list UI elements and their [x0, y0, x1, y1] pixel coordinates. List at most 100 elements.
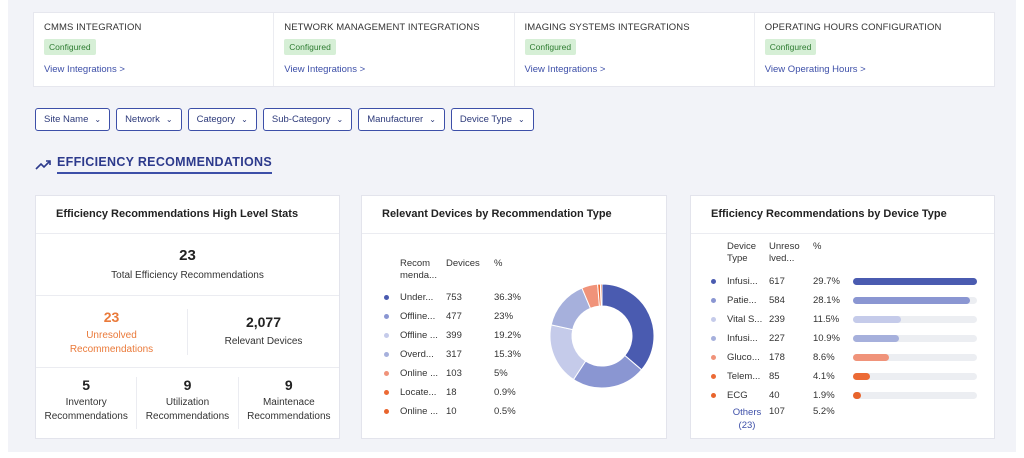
bar-fill — [853, 373, 870, 380]
bar-track — [853, 278, 977, 285]
filter-manufacturer[interactable]: Manufacturer ⌄ — [358, 108, 445, 131]
chevron-down-icon: ⌄ — [165, 115, 173, 124]
stat-label: Utilization Recommendations — [145, 397, 230, 422]
stat-value: 2,077 — [245, 314, 282, 330]
column-header-devices: Devices — [446, 258, 480, 269]
integration-imaging: IMAGING SYSTEMS INTEGRATIONS Configured … — [515, 13, 755, 86]
donut-slice[interactable] — [601, 283, 655, 371]
filter-label: Site Name — [44, 114, 89, 125]
stat-label: Inventory Recommendations — [44, 397, 128, 422]
status-badge: Configured — [284, 39, 336, 55]
recommendation-pct: 19.2% — [494, 330, 521, 341]
column-header-pct: % — [494, 258, 503, 269]
device-type-count: 85 — [769, 371, 780, 382]
chevron-down-icon: ⌄ — [518, 115, 525, 124]
legend-dot — [384, 314, 389, 319]
legend-dot — [384, 409, 389, 414]
filter-network[interactable]: Network ⌄ — [116, 108, 182, 131]
device-type-pct: 4.1% — [813, 371, 835, 382]
legend-dot — [711, 298, 716, 303]
device-type-label: Infusi... — [727, 333, 758, 344]
view-integrations-link[interactable]: View Integrations > — [284, 64, 365, 75]
relevant-devices-stat: 2,077 Relevant Devices — [188, 314, 339, 349]
high-level-stats-card: Efficiency Recommendations High Level St… — [35, 195, 340, 439]
section-header: EFFICIENCY RECOMMENDATIONS — [35, 155, 272, 174]
filter-label: Sub-Category — [271, 114, 331, 125]
device-type-pct: 10.9% — [813, 333, 840, 344]
legend-dot — [384, 333, 389, 338]
bar-fill — [853, 392, 861, 399]
view-operating-hours-link[interactable]: View Operating Hours > — [765, 64, 866, 75]
card-title: Efficiency Recommendations by Device Typ… — [691, 196, 994, 234]
status-badge: Configured — [764, 39, 817, 55]
recommendation-label: Offline ... — [400, 330, 438, 341]
device-type-label: ECG — [727, 390, 748, 401]
donut-slice[interactable] — [599, 283, 603, 307]
unresolved-recommendations-stat[interactable]: 23 Unresolved Recommendations — [36, 308, 188, 355]
inventory-recommendations-stat: 5 Inventory Recommendations — [36, 377, 138, 429]
stat-value: 9 — [284, 377, 293, 393]
bar-track — [853, 335, 977, 342]
recommendation-pct: 0.5% — [494, 406, 516, 417]
legend-dot — [711, 279, 716, 284]
device-type-count: 584 — [769, 295, 785, 306]
integration-title: NETWORK MANAGEMENT INTEGRATIONS — [284, 22, 480, 33]
device-type-label: Vital S... — [727, 314, 763, 325]
recommendation-devices: 18 — [446, 387, 457, 398]
device-type-count: 227 — [769, 333, 785, 344]
device-type-pct: 11.5% — [813, 314, 840, 325]
stat-row: 23 Unresolved Recommendations 2,077 Relev… — [36, 296, 339, 368]
filter-bar: Site Name ⌄ Network ⌄ Category ⌄ Sub-Catego… — [35, 108, 534, 131]
recommendation-label: Online ... — [400, 368, 439, 379]
legend-dot — [711, 393, 716, 398]
recommendation-devices: 103 — [446, 368, 462, 379]
column-header-pct: % — [813, 241, 822, 252]
device-type-count: 617 — [769, 276, 785, 287]
column-header-device-type: Device Type — [727, 241, 757, 264]
utilization-recommendations-stat: 9 Utilization Recommendations — [137, 377, 239, 429]
device-type-count: 239 — [769, 314, 785, 325]
integration-title: CMMS INTEGRATION — [44, 22, 142, 33]
stat-value: 9 — [183, 377, 192, 393]
column-header-unresolved: Unreso lved... — [769, 241, 800, 264]
recommendation-devices: 399 — [446, 330, 462, 341]
legend-dot — [711, 336, 716, 341]
legend-dot — [711, 355, 716, 360]
recommendation-devices: 753 — [446, 292, 462, 303]
device-type-pct: 1.9% — [813, 390, 835, 401]
chevron-down-icon: ⌄ — [241, 115, 248, 124]
recommendation-label: Offline... — [400, 311, 436, 322]
card-title: Relevant Devices by Recommendation Type — [362, 196, 666, 234]
filter-device-type[interactable]: Device Type ⌄ — [450, 108, 534, 131]
stat-label: Unresolved Recommendations — [69, 329, 154, 355]
device-type-pct: 8.6% — [813, 352, 835, 363]
stat-value: 23 — [179, 247, 196, 264]
chevron-down-icon: ⌄ — [336, 115, 344, 124]
view-integrations-link[interactable]: View Integrations > — [44, 64, 125, 75]
filter-label: Network — [125, 114, 160, 125]
view-integrations-link[interactable]: View Integrations > — [525, 64, 606, 75]
section-title: EFFICIENCY RECOMMENDATIONS — [57, 155, 272, 174]
legend-dot — [384, 371, 389, 376]
column-header-type: Recom menda... — [400, 258, 437, 281]
recommendation-label: Under... — [400, 292, 434, 303]
recommendation-pct: 5% — [494, 368, 508, 379]
filter-sub-category[interactable]: Sub-Category ⌄ — [262, 108, 353, 131]
others-link[interactable]: Others (23) — [727, 406, 767, 432]
recommendation-donut-chart — [549, 283, 655, 389]
recommendation-pct: 36.3% — [494, 292, 521, 303]
others-count: 107 — [769, 406, 785, 417]
device-type-count: 40 — [769, 390, 780, 401]
filter-category[interactable]: Category ⌄ — [187, 108, 257, 131]
card-title: Efficiency Recommendations High Level St… — [36, 196, 339, 234]
legend-dot — [711, 317, 716, 322]
legend-dot — [384, 352, 389, 357]
integration-operating-hours: OPERATING HOURS CONFIGURATION Configured… — [755, 13, 994, 86]
bar-track — [853, 297, 977, 304]
others-pct: 5.2% — [813, 406, 835, 417]
filter-site-name[interactable]: Site Name ⌄ — [35, 108, 111, 131]
filter-label: Manufacturer — [367, 114, 424, 125]
total-recommendations-stat: 23 Total Efficiency Recommendations — [36, 234, 339, 296]
recommendation-label: Online ... — [400, 406, 439, 417]
bar-fill — [853, 354, 889, 361]
